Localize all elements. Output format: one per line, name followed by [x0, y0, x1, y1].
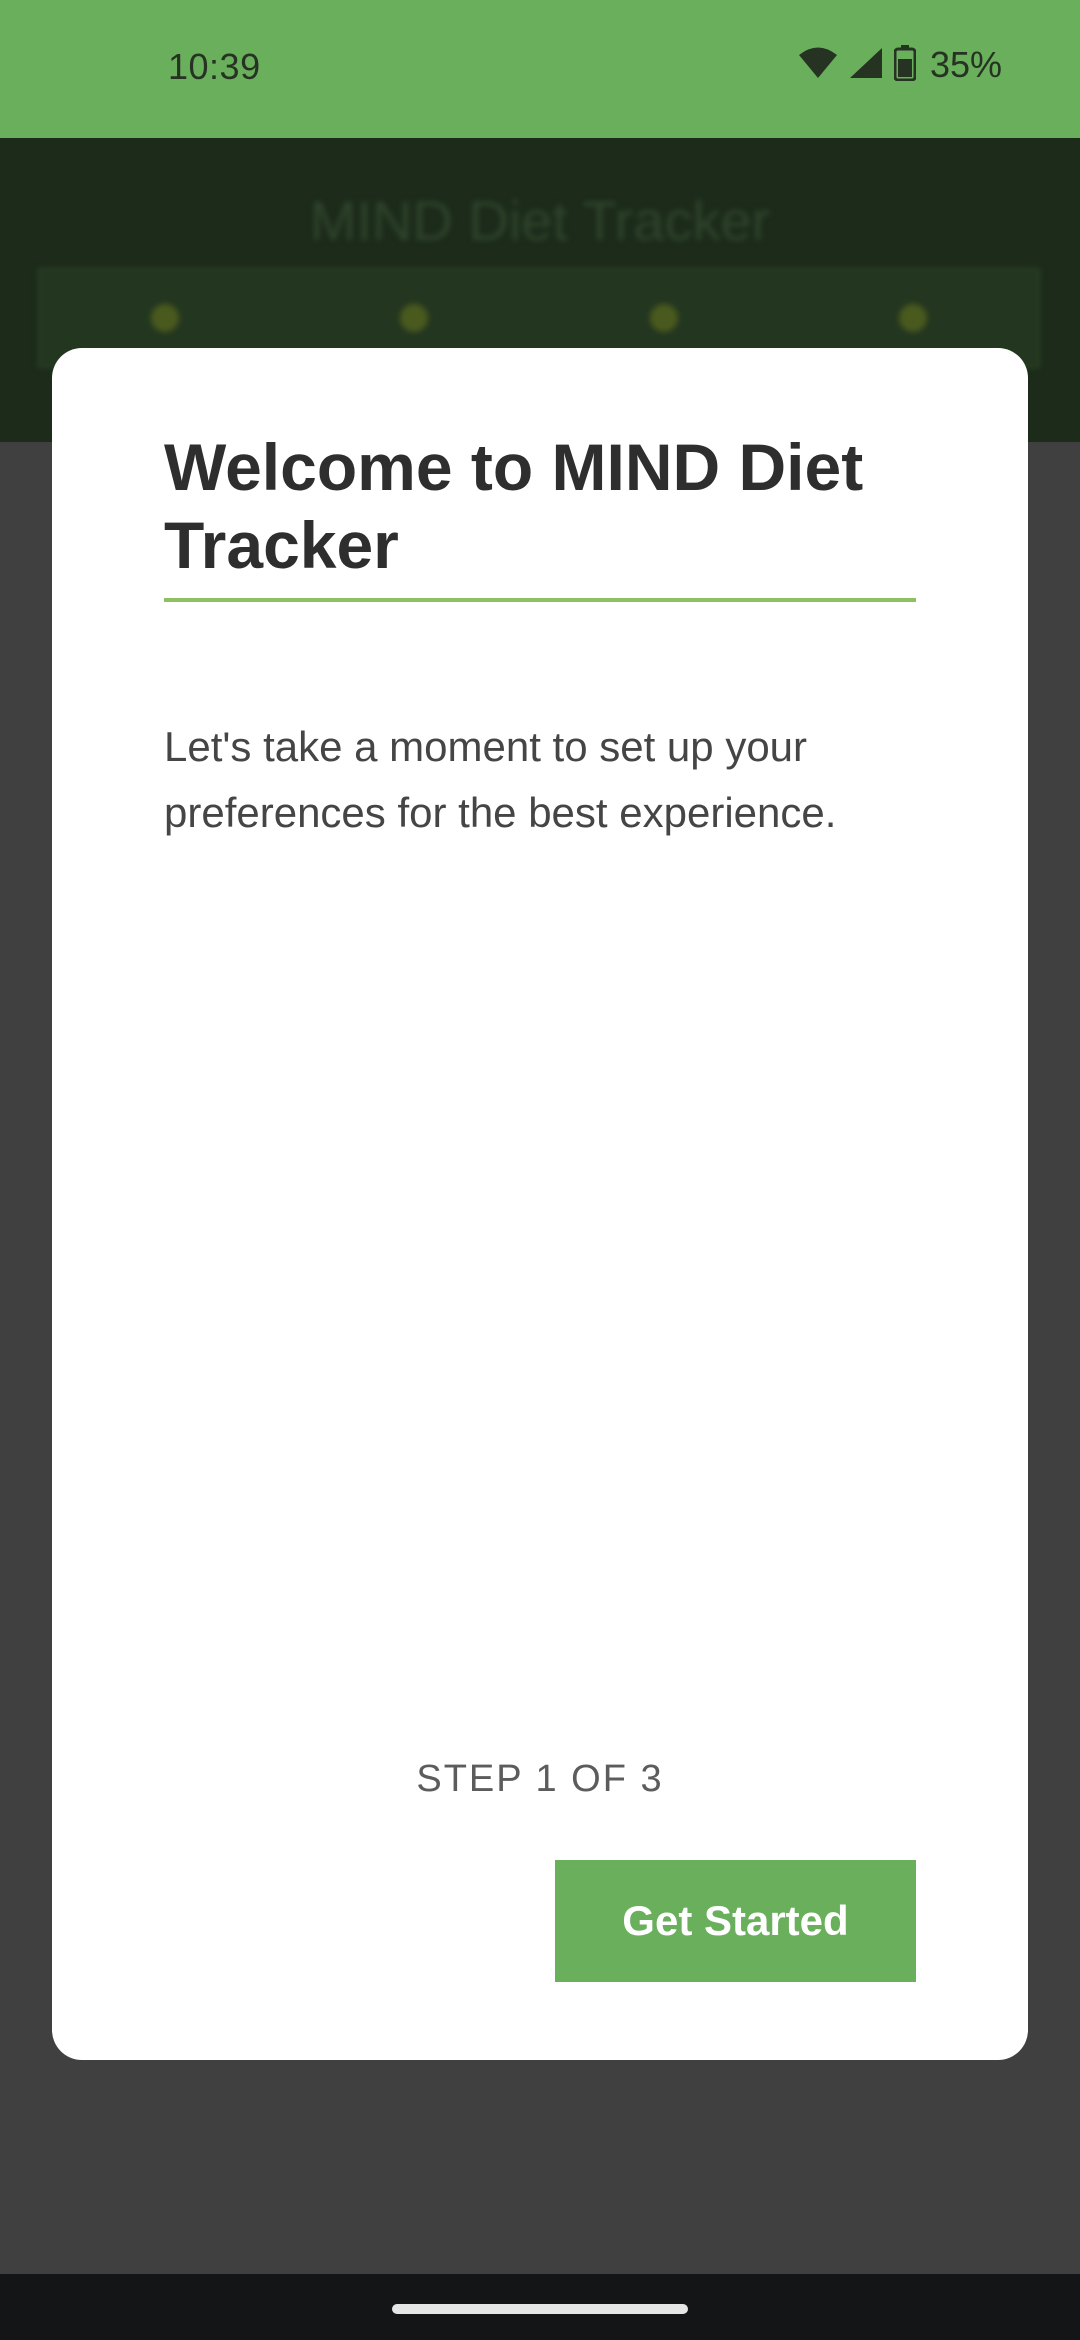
tab-icon [150, 304, 179, 332]
title-divider [164, 598, 916, 602]
home-indicator[interactable] [392, 2304, 688, 2314]
get-started-button[interactable]: Get Started [555, 1860, 916, 1982]
step-indicator: STEP 1 OF 3 [416, 1758, 664, 1800]
status-icons: 35% [798, 44, 1002, 86]
cellular-signal-icon [848, 46, 884, 85]
tab-icon [899, 304, 928, 332]
tab-icon [400, 304, 429, 332]
navigation-bar [0, 2274, 1080, 2340]
dialog-title: Welcome to MIND Diet Tracker [164, 430, 864, 582]
wifi-icon [798, 46, 838, 85]
welcome-dialog: Welcome to MIND Diet Tracker Let's take … [52, 348, 1028, 2060]
dialog-message: Let's take a moment to set up your prefe… [164, 723, 837, 836]
tab-icon [649, 304, 678, 332]
battery-icon [893, 44, 917, 86]
app-title: MIND Diet Tracker [309, 189, 771, 252]
battery-percent: 35% [929, 44, 1002, 85]
status-bar: 10:39 35% [0, 0, 1080, 138]
status-time: 10:39 [168, 46, 261, 87]
